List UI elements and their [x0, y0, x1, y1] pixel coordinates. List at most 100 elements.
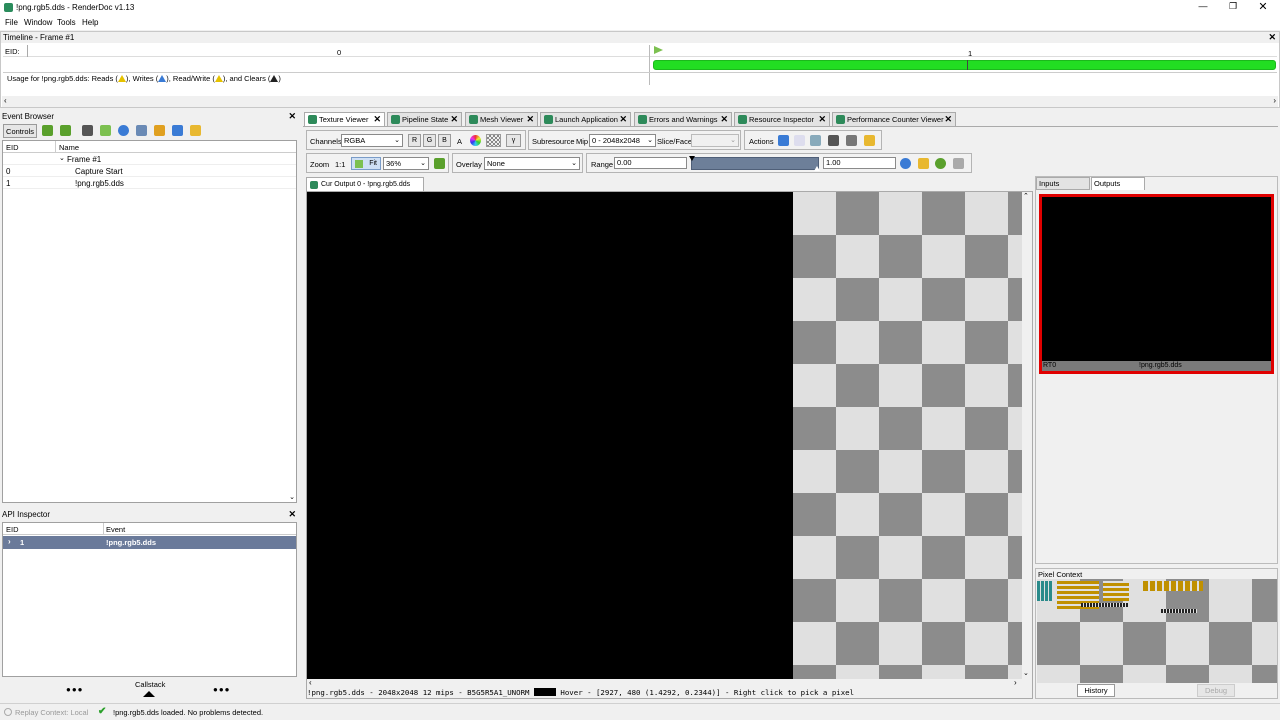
scroll-down-icon[interactable]: ⌄	[289, 493, 295, 501]
minimize-button[interactable]: —	[1196, 1, 1210, 13]
tab-resource-inspector[interactable]: Resource Inspector ✕	[734, 112, 830, 126]
scroll-right-icon[interactable]: ›	[1273, 96, 1276, 105]
tab-close-icon[interactable]: ✕	[373, 113, 381, 126]
menu-help[interactable]: Help	[82, 18, 98, 27]
channel-g-toggle[interactable]: G	[423, 134, 436, 147]
tab-close-icon[interactable]: ✕	[526, 113, 534, 126]
flip-arrow-icon[interactable]	[434, 158, 445, 169]
scroll-up-icon[interactable]: ⌃	[1023, 192, 1029, 200]
save-icon[interactable]	[172, 125, 183, 136]
range-max-input[interactable]: 1.00	[823, 157, 896, 169]
auto-fit-wand-icon[interactable]	[918, 158, 929, 169]
controls-button[interactable]: Controls	[3, 124, 37, 138]
pixel-context-view[interactable]	[1037, 579, 1277, 683]
outputs-tab[interactable]: Outputs	[1091, 177, 1145, 190]
timeline-event-bar[interactable]	[653, 60, 1276, 70]
replay-context-label[interactable]: Replay Context: Local	[15, 708, 88, 717]
channel-b-toggle[interactable]: B	[438, 134, 451, 147]
more-dots-right-icon[interactable]: ●●●	[213, 685, 231, 694]
back-arrow-icon[interactable]	[42, 125, 53, 136]
event-row[interactable]: 0 Capture Start	[3, 165, 296, 177]
api-col-eid[interactable]: EID	[6, 525, 19, 534]
scroll-right-icon[interactable]: ›	[1014, 678, 1017, 687]
save-texture-icon[interactable]	[778, 135, 789, 146]
inputs-tab[interactable]: Inputs	[1036, 177, 1090, 190]
tree-icon[interactable]	[136, 125, 147, 136]
fit-button[interactable]: Fit	[351, 157, 381, 170]
find-binoculars-icon[interactable]	[828, 135, 839, 146]
api-inspector-close-icon[interactable]: ✕	[288, 509, 296, 520]
range-min-handle[interactable]	[689, 156, 695, 161]
tab-texture-viewer[interactable]: Texture Viewer ✕	[304, 112, 385, 126]
tab-close-icon[interactable]: ✕	[720, 113, 728, 126]
timeline-scrollbar[interactable]: ‹ ›	[2, 96, 1278, 107]
link-icon[interactable]	[846, 135, 857, 146]
forward-arrow-icon[interactable]	[60, 125, 71, 136]
menu-tools[interactable]: Tools	[57, 18, 76, 27]
texture-vscrollbar[interactable]: ⌃ ⌄	[1022, 192, 1032, 679]
open-icon[interactable]	[810, 135, 821, 146]
texture-hscrollbar[interactable]: ‹ ›	[307, 678, 1032, 688]
bookmark-flag-icon[interactable]	[100, 125, 111, 136]
menu-window[interactable]: Window	[24, 18, 52, 27]
expand-chevron-icon[interactable]: ⌄	[59, 154, 65, 162]
tab-errors-warnings[interactable]: Errors and Warnings ✕	[634, 112, 732, 126]
zoom-1to1-button[interactable]: 1:1	[335, 160, 345, 169]
find-binoculars-icon[interactable]	[82, 125, 93, 136]
reset-range-icon[interactable]	[935, 158, 946, 169]
texture-viewport[interactable]: ⌃ ⌄ ‹ › !png.rgb5.dds - 2048x2048 12 mip…	[306, 191, 1033, 699]
more-dots-left-icon[interactable]: ●●●	[66, 685, 84, 694]
debug-button[interactable]: Debug	[1197, 684, 1235, 697]
zoom-select[interactable]: 36% ⌄	[383, 157, 429, 170]
view-icon[interactable]	[794, 135, 805, 146]
event-row[interactable]: 1 !png.rgb5.dds	[3, 177, 296, 189]
tab-close-icon[interactable]: ✕	[944, 113, 952, 126]
rt0-thumbnail[interactable]: RT0 !png.rgb5.dds	[1039, 194, 1274, 374]
channel-a-toggle[interactable]: A	[457, 137, 462, 146]
api-col-event[interactable]: Event	[106, 525, 125, 534]
tab-mesh-viewer[interactable]: Mesh Viewer ✕	[465, 112, 538, 126]
scroll-down-icon[interactable]: ⌄	[1023, 669, 1029, 677]
histogram-icon[interactable]	[953, 158, 964, 169]
api-row-selected[interactable]: › 1 !png.rgb5.dds	[3, 536, 296, 549]
zoom-range-icon[interactable]	[900, 158, 911, 169]
texture-output-tab[interactable]: Cur Output 0 - !png.rgb5.dds	[306, 177, 424, 191]
range-min-input[interactable]: 0.00	[614, 157, 687, 169]
tab-launch-application[interactable]: Launch Application ✕	[540, 112, 631, 126]
callstack-label[interactable]: Callstack	[135, 680, 165, 689]
slice-select[interactable]: ⌄	[691, 134, 739, 147]
scroll-left-icon[interactable]: ‹	[309, 678, 312, 687]
channels-select[interactable]: RGBA ⌄	[341, 134, 403, 147]
time-clock-icon[interactable]	[118, 125, 129, 136]
tab-close-icon[interactable]: ✕	[450, 113, 458, 126]
scroll-left-icon[interactable]: ‹	[4, 96, 7, 105]
colors-icon[interactable]	[190, 125, 201, 136]
expand-arrow-icon[interactable]: ›	[8, 537, 11, 546]
range-max-handle[interactable]	[814, 166, 820, 171]
tab-close-icon[interactable]: ✕	[818, 113, 826, 126]
checkerboard-toggle[interactable]	[486, 134, 501, 147]
tab-performance-counter[interactable]: Performance Counter Viewer ✕	[832, 112, 956, 126]
color-wheel-icon[interactable]	[470, 135, 481, 146]
tab-close-icon[interactable]: ✕	[619, 113, 627, 126]
settings-gear-icon[interactable]	[864, 135, 875, 146]
menu-file[interactable]: File	[5, 18, 18, 27]
event-row[interactable]: ⌄ Frame #1	[3, 153, 296, 165]
maximize-button[interactable]: ❐	[1226, 1, 1240, 13]
timeline-close-icon[interactable]: ✕	[1268, 32, 1276, 43]
tab-pipeline-state[interactable]: Pipeline State ✕	[387, 112, 462, 126]
history-button[interactable]: History	[1077, 684, 1115, 697]
range-histogram-slider[interactable]	[689, 156, 820, 171]
mip-select[interactable]: 0 - 2048x2048 ⌄	[589, 134, 656, 147]
settings-icon[interactable]	[154, 125, 165, 136]
col-name[interactable]: Name	[59, 143, 79, 152]
col-eid[interactable]: EID	[6, 143, 19, 152]
timeline-current-marker	[967, 60, 968, 70]
channel-r-toggle[interactable]: R	[408, 134, 421, 147]
event-browser-close-icon[interactable]: ✕	[288, 111, 296, 122]
texture-image[interactable]	[307, 192, 793, 679]
close-button[interactable]: ✕	[1256, 0, 1270, 13]
overlay-select[interactable]: None ⌄	[484, 157, 580, 170]
callstack-toggle-icon[interactable]	[143, 691, 155, 697]
gamma-toggle[interactable]: γ	[506, 134, 521, 147]
